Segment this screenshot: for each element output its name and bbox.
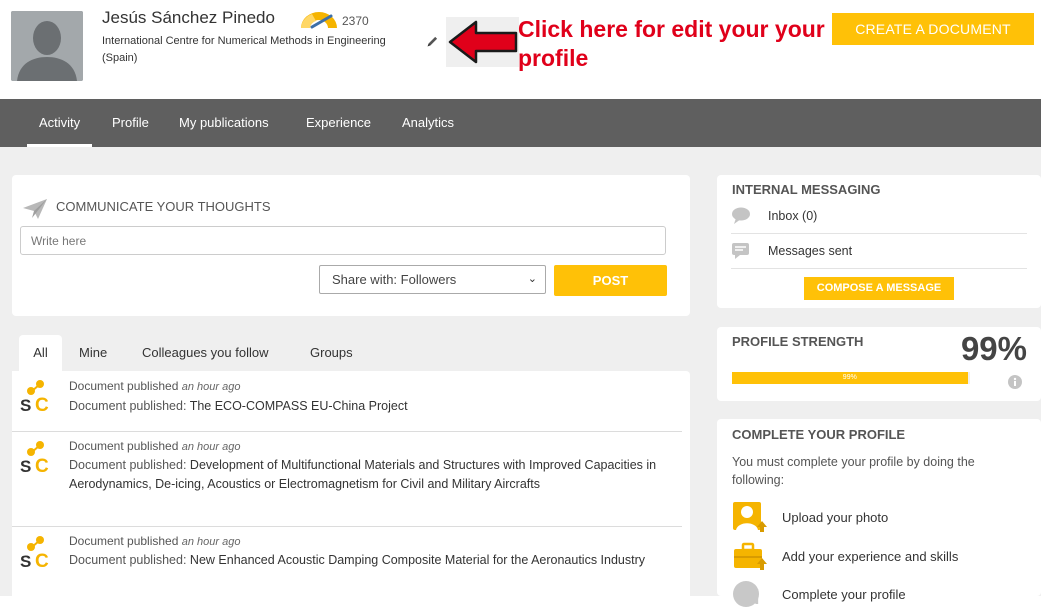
- upload-photo-icon: [732, 501, 768, 538]
- scipedia-logo-icon: S C: [19, 440, 53, 479]
- feed-tab-groups[interactable]: Groups: [310, 335, 353, 371]
- complete-profile-title: COMPLETE YOUR PROFILE: [732, 427, 906, 442]
- feed-tab-colleagues[interactable]: Colleagues you follow: [142, 335, 268, 371]
- tab-my-publications[interactable]: My publications: [179, 99, 269, 147]
- complete-profile-description: You must complete your profile by doing …: [732, 455, 975, 487]
- item-text: Document published: Development of Multi…: [69, 456, 679, 494]
- communicate-card: COMMUNICATE YOUR THOUGHTS Share with: Fo…: [12, 175, 690, 316]
- task-complete-profile[interactable]: i Complete your profile: [732, 578, 1032, 610]
- scipedia-logo-icon: S C: [19, 379, 53, 418]
- svg-text:i: i: [754, 587, 760, 609]
- tab-experience[interactable]: Experience: [306, 99, 371, 147]
- tab-analytics[interactable]: Analytics: [402, 99, 454, 147]
- tab-profile[interactable]: Profile: [112, 99, 149, 147]
- feed-item[interactable]: S C Document published an hour ago Docum…: [12, 371, 682, 431]
- messaging-title: INTERNAL MESSAGING: [732, 182, 881, 197]
- create-document-button[interactable]: CREATE A DOCUMENT: [832, 13, 1034, 45]
- feed-item[interactable]: S C Document published an hour ago Docum…: [12, 527, 682, 596]
- item-type: Document published an hour ago: [69, 534, 240, 548]
- paper-plane-icon: [22, 198, 48, 225]
- profile-strength-fill: 99%: [732, 372, 968, 384]
- user-name[interactable]: Jesús Sánchez Pinedo: [102, 8, 275, 28]
- share-with-value: Share with: Followers: [332, 272, 457, 287]
- task-upload-photo[interactable]: Upload your photo: [732, 501, 1032, 533]
- country: (Spain): [102, 52, 138, 64]
- affiliation: International Centre for Numerical Metho…: [102, 35, 386, 47]
- item-label: Document published:: [69, 553, 187, 567]
- svg-text:S: S: [20, 552, 31, 569]
- messages-sent-link[interactable]: Messages sent: [731, 238, 1027, 269]
- item-type-label: Document published: [69, 534, 179, 548]
- feed-tab-mine[interactable]: Mine: [79, 335, 107, 371]
- task-label: Add your experience and skills: [782, 549, 959, 564]
- profile-strength-bar: 99%: [732, 372, 970, 384]
- thoughts-input[interactable]: [20, 226, 666, 255]
- profile-strength-percent: 99%: [960, 330, 1027, 367]
- gauge-icon: [298, 11, 340, 34]
- svg-text:S: S: [20, 457, 31, 474]
- item-time: an hour ago: [181, 536, 241, 548]
- compose-message-button[interactable]: COMPOSE A MESSAGE: [804, 277, 954, 300]
- feed-tab-all[interactable]: All: [19, 335, 62, 371]
- activity-feed: S C Document published an hour ago Docum…: [12, 371, 690, 596]
- chevron-down-icon: ⌄: [527, 273, 537, 285]
- edit-profile-annotation: Click here for edit your your profile: [518, 16, 825, 71]
- tab-activity[interactable]: Activity: [26, 99, 93, 147]
- post-button[interactable]: POST: [554, 265, 667, 296]
- scipedia-logo-icon: S C: [19, 535, 53, 574]
- svg-text:C: C: [35, 551, 49, 569]
- item-title-link[interactable]: The ECO-COMPASS EU-China Project: [190, 399, 408, 413]
- task-label: Complete your profile: [782, 587, 906, 602]
- share-with-select[interactable]: Share with: Followers ⌄: [319, 265, 546, 294]
- messages-sent-label: Messages sent: [768, 244, 853, 258]
- item-label: Document published:: [69, 458, 187, 472]
- briefcase-icon: [732, 540, 768, 577]
- item-title-link[interactable]: New Enhanced Acoustic Damping Composite …: [190, 553, 645, 567]
- inbox-label: Inbox (0): [768, 209, 818, 223]
- messaging-card: INTERNAL MESSAGING Inbox (0) Messages se…: [717, 175, 1041, 308]
- item-type-label: Document published: [69, 379, 179, 393]
- task-label: Upload your photo: [782, 510, 889, 525]
- item-time: an hour ago: [181, 381, 241, 393]
- task-experience[interactable]: Add your experience and skills: [732, 540, 1032, 572]
- arrow-left-icon: [446, 17, 519, 67]
- item-type: Document published an hour ago: [69, 439, 240, 453]
- svg-text:S: S: [20, 396, 31, 413]
- svg-text:C: C: [35, 456, 49, 474]
- item-type: Document published an hour ago: [69, 379, 240, 393]
- item-time: an hour ago: [181, 441, 241, 453]
- item-type-label: Document published: [69, 439, 179, 453]
- sent-messages-icon: [731, 242, 751, 263]
- communicate-title: COMMUNICATE YOUR THOUGHTS: [56, 199, 271, 214]
- avatar[interactable]: [11, 11, 83, 81]
- chat-bubble-icon: [731, 207, 751, 228]
- item-label: Document published:: [69, 399, 187, 413]
- pencil-icon[interactable]: [426, 35, 439, 53]
- score: 2370: [342, 14, 369, 28]
- profile-strength-card: PROFILE STRENGTH 99% 99%: [717, 327, 1041, 401]
- profile-strength-title: PROFILE STRENGTH: [732, 334, 864, 349]
- feed-item[interactable]: S C Document published an hour ago Docum…: [12, 432, 682, 526]
- complete-profile-card: COMPLETE YOUR PROFILE You must complete …: [717, 419, 1041, 609]
- item-text: Document published: The ECO-COMPASS EU-C…: [69, 397, 679, 416]
- profile-ai-icon: i: [732, 578, 768, 615]
- profile-nav: Activity Profile My publications Experie…: [0, 99, 1041, 147]
- svg-text:C: C: [35, 395, 49, 413]
- info-icon[interactable]: [1008, 375, 1022, 394]
- item-text: Document published: New Enhanced Acousti…: [69, 551, 679, 570]
- inbox-link[interactable]: Inbox (0): [731, 203, 1027, 234]
